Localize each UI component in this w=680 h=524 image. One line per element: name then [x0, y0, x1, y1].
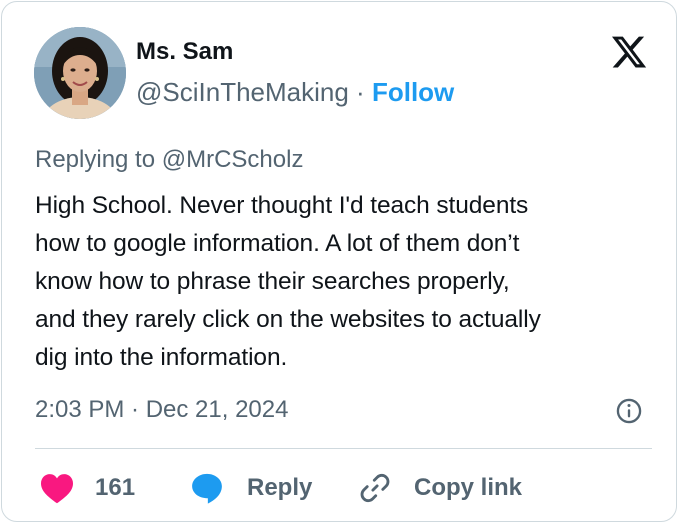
avatar-image — [34, 27, 126, 119]
like-button[interactable]: 161 — [39, 468, 135, 508]
speech-bubble-icon — [192, 473, 222, 504]
like-count: 161 — [95, 474, 136, 501]
action-bar: 161 Reply Copy link — [2, 468, 678, 508]
tweet-line: how to google information. A lot of them… — [35, 230, 520, 257]
copy-link-button[interactable]: Copy link — [358, 468, 522, 508]
author-meta: @SciInTheMaking · Follow — [136, 77, 454, 107]
reply-button[interactable]: Reply — [189, 468, 312, 508]
tweet-card: Ms. Sam @SciInTheMaking · Follow Replyin… — [1, 1, 677, 522]
follow-button[interactable]: Follow — [372, 77, 454, 107]
info-icon[interactable] — [615, 397, 643, 425]
timestamp-link[interactable]: 2:03 PM · Dec 21, 2024 — [35, 395, 288, 425]
tweet-line: High School. Never thought I'd teach stu… — [35, 192, 529, 219]
tweet-line: know how to phrase their searches proper… — [35, 268, 510, 295]
meta-separator: · — [356, 77, 365, 107]
author-handle[interactable]: @SciInTheMaking — [136, 77, 349, 107]
heart-icon — [41, 474, 73, 504]
tweet-line: dig into the information. — [35, 344, 288, 371]
reply-label: Reply — [247, 474, 313, 501]
author-name[interactable]: Ms. Sam — [136, 38, 233, 66]
reply-context[interactable]: Replying to @MrCScholz — [35, 145, 303, 175]
tweet-text: High School. Never thought I'd teach stu… — [35, 187, 660, 377]
link-icon — [360, 473, 390, 503]
divider — [35, 448, 652, 449]
avatar[interactable] — [34, 27, 126, 119]
copy-link-label: Copy link — [414, 474, 523, 501]
x-logo-icon[interactable] — [608, 33, 650, 71]
tweet-line: and they rarely click on the websites to… — [35, 306, 541, 333]
